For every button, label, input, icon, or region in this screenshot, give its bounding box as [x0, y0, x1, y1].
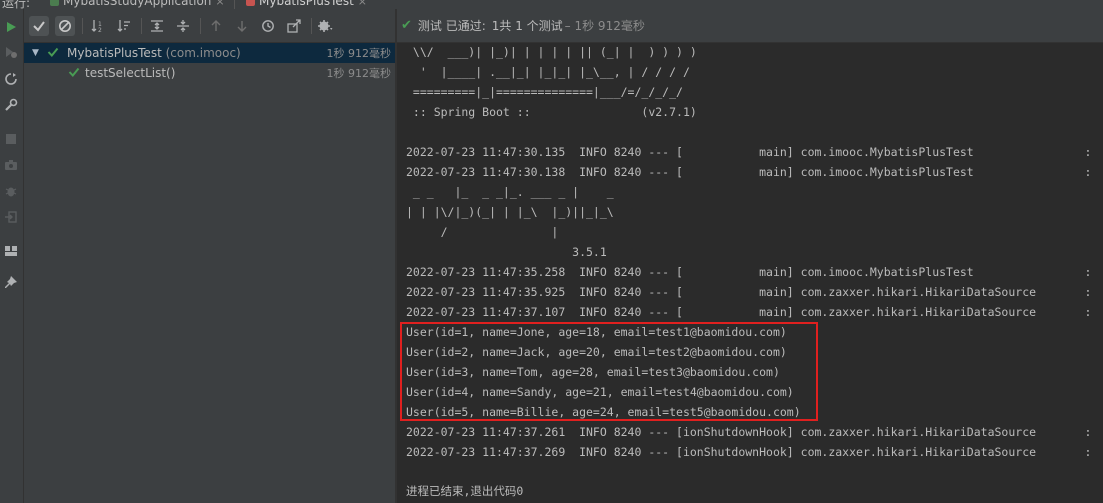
status-count: 1共 1 个测试 [491, 19, 563, 33]
console-line: ' |____| .__|_| |_|_| |_\__, | / / / / [406, 65, 690, 79]
test-method-name: testSelectList() [85, 66, 176, 80]
console-line: :: Spring Boot :: (v2.7.1) [406, 105, 697, 119]
test-class-name: MybatisPlusTest [67, 46, 162, 60]
status-label: 测试 已通过: [417, 19, 486, 33]
console-line: _ _ |_ _ _|_. ___ _ | _ [406, 185, 614, 199]
run-tabs-bar: 运行: MybatisStudyApplication × MybatisPlu… [0, 0, 1103, 9]
close-icon[interactable]: × [358, 0, 367, 8]
passed-check-icon: ✔ [401, 18, 412, 33]
wrench-icon[interactable] [3, 97, 19, 113]
stop-icon[interactable] [3, 131, 19, 147]
console-line: =========|_|==============|___/=/_/_/_/ [406, 85, 683, 99]
test-history-icon[interactable] [258, 16, 278, 36]
toolbar-separator [82, 18, 83, 34]
console-line: 2022-07-23 11:47:30.135 INFO 8240 --- [ … [406, 145, 1092, 159]
test-runner-toolbar: 12 [24, 9, 395, 43]
console-line: 2022-07-23 11:47:37.269 INFO 8240 --- [i… [406, 445, 1092, 459]
tab-label: MybatisPlusTest [259, 0, 354, 8]
passed-check-icon [47, 46, 59, 61]
toolbar-separator [311, 18, 312, 34]
toggle-auto-test-icon[interactable] [3, 71, 19, 87]
test-run-icon [246, 0, 255, 6]
expand-all-icon[interactable] [147, 16, 167, 36]
console-line: \\/ ___)| |_)| | | | | || (_| | ) ) ) ) [406, 45, 697, 59]
layout-icon[interactable] [3, 243, 19, 259]
console-line: 进程已结束,退出代码0 [406, 484, 524, 498]
tab-mybatis-study-application[interactable]: MybatisStudyApplication × [50, 0, 225, 8]
chevron-down-icon[interactable]: ▼ [32, 48, 39, 58]
bug-icon[interactable] [3, 183, 19, 199]
tab-separator [234, 0, 235, 9]
collapse-all-icon[interactable] [173, 16, 193, 36]
rerun-failed-icon[interactable] [3, 44, 19, 60]
console-line: 2022-07-23 11:47:37.261 INFO 8240 --- [i… [406, 425, 1092, 439]
console-line: 3.5.1 [406, 245, 607, 259]
gear-icon[interactable] [316, 16, 336, 36]
tree-item-label: MybatisPlusTest (com.imooc) [67, 46, 241, 60]
test-duration: 1秒 912毫秒 [326, 67, 392, 80]
export-icon[interactable] [284, 16, 304, 36]
console-line: 2022-07-23 11:47:35.925 INFO 8240 --- [ … [406, 285, 1092, 299]
run-label: 运行: [2, 0, 31, 9]
console-line: 2022-07-23 11:47:37.107 INFO 8240 --- [ … [406, 305, 1092, 319]
svg-text:2: 2 [98, 27, 102, 33]
close-icon[interactable]: × [215, 0, 224, 8]
test-tree: ▼ MybatisPlusTest (com.imooc) 1秒 912毫秒 t… [24, 43, 395, 503]
run-tool-strip [0, 9, 24, 503]
highlight-box [400, 322, 818, 421]
tab-mybatis-plus-test[interactable]: MybatisPlusTest × [246, 0, 367, 8]
passed-check-icon [68, 66, 80, 81]
toolbar-separator [141, 18, 142, 34]
test-status-bar: ✔ 测试 已通过: 1共 1 个测试 – 1秒 912毫秒 [397, 9, 1103, 43]
pin-icon[interactable] [3, 275, 19, 291]
previous-failed-icon[interactable] [206, 16, 226, 36]
show-ignored-icon[interactable] [55, 16, 75, 36]
toolbar-separator [200, 18, 201, 34]
sort-alpha-icon[interactable]: 12 [88, 16, 108, 36]
console-line: | | |\/|_)(_| | |_\ |_)||_|_\ [406, 205, 614, 219]
show-passed-icon[interactable] [29, 16, 49, 36]
console-line: 2022-07-23 11:47:30.138 INFO 8240 --- [ … [406, 165, 1092, 179]
camera-icon[interactable] [3, 157, 19, 173]
sort-duration-icon[interactable] [114, 16, 134, 36]
console-line: 2022-07-23 11:47:35.258 INFO 8240 --- [ … [406, 265, 1092, 279]
exit-icon[interactable] [3, 209, 19, 225]
console-output[interactable]: \\/ ___)| |_)| | | | | || (_| | ) ) ) ) … [397, 43, 1103, 503]
tab-label: MybatisStudyApplication [63, 0, 212, 8]
run-icon[interactable] [3, 19, 19, 35]
tree-item-mybatis-plus-test[interactable]: ▼ MybatisPlusTest (com.imooc) 1秒 912毫秒 [24, 43, 395, 63]
test-duration: 1秒 912毫秒 [326, 47, 392, 60]
tree-item-test-select-list[interactable]: testSelectList() 1秒 912毫秒 [24, 63, 395, 83]
spring-boot-icon [50, 0, 59, 6]
next-failed-icon[interactable] [232, 16, 252, 36]
test-class-package: (com.imooc) [165, 46, 241, 60]
status-duration: – 1秒 912毫秒 [564, 19, 645, 33]
console-line: / | [406, 225, 559, 239]
